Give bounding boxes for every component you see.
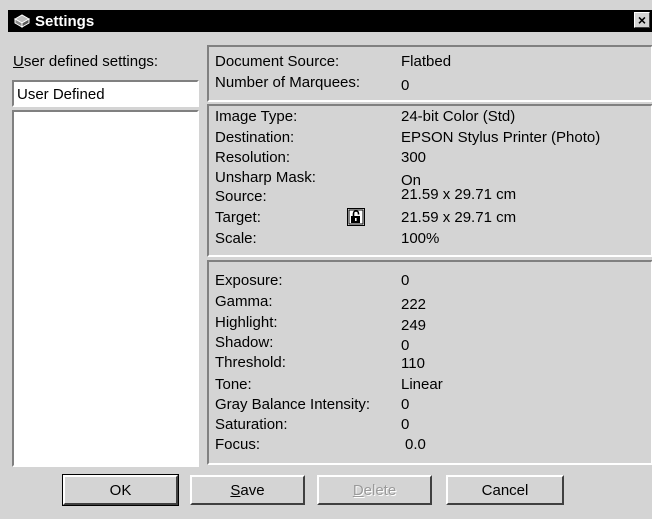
info-value: EPSON Stylus Printer (Photo) [401,129,601,146]
image-panel: Image Type: 24-bit Color (Std) Destinati… [207,104,652,257]
info-value: 222 [401,296,427,313]
user-settings-input[interactable]: User Defined [12,80,199,107]
user-settings-label: User defined settings: [13,53,159,70]
info-value: 0 [401,416,410,433]
cancel-button-label: Cancel [481,481,529,499]
save-button[interactable]: Save [190,475,305,505]
lock-open-icon[interactable] [347,208,365,226]
user-settings-list[interactable] [12,110,199,467]
info-label: Exposure: [215,272,283,289]
delete-button-label: Delete [352,481,397,499]
source-panel: Document Source: Flatbed Number of Marqu… [207,45,652,102]
info-value: 249 [401,317,427,334]
info-label: Resolution: [215,149,291,166]
close-icon: × [637,12,647,28]
info-value: 100% [401,230,440,247]
scanner-icon [12,11,32,31]
info-label: Source: [215,188,267,205]
info-value: 0 [401,337,410,354]
info-label: Scale: [215,230,257,247]
dialog-body: User defined settings: User Defined Docu… [8,32,652,519]
save-button-label: Save [230,481,265,499]
title-bar[interactable]: Settings × [8,10,652,32]
info-label: Document Source: [215,53,340,70]
info-label: Threshold: [215,354,286,371]
ok-button[interactable]: OK [62,474,179,506]
info-value: Linear [401,376,443,393]
info-value: 0 [401,77,410,94]
settings-window: Settings × User defined settings: User D… [0,0,652,519]
info-label: Destination: [215,129,295,146]
info-value: 0 [401,396,410,413]
info-label: Gamma: [215,293,273,310]
info-value: Flatbed [401,53,452,70]
info-label: Shadow: [215,334,274,351]
delete-button[interactable]: Delete [317,475,432,505]
info-label: Image Type: [215,108,298,125]
info-value: 110 [401,355,425,372]
info-value: 300 [401,149,427,166]
window-title: Settings [35,12,95,30]
info-value: 0.0 [405,436,426,453]
adjustments-panel: Exposure: 0 Gamma: 222 Highlight: 249 Sh… [207,260,652,465]
info-label: Saturation: [215,416,288,433]
cancel-button[interactable]: Cancel [446,475,564,505]
info-value: 21.59 x 29.71 cm [401,186,517,203]
ok-button-label: OK [109,481,132,499]
info-value: 21.59 x 29.71 cm [401,209,517,226]
info-label: Target: [215,209,261,226]
info-label: Unsharp Mask: [215,169,316,186]
info-label: Number of Marquees: [215,74,361,91]
close-button[interactable]: × [634,12,650,28]
info-label: Tone: [215,376,252,393]
info-label: Gray Balance Intensity: [215,396,371,413]
info-value: 0 [401,272,410,289]
info-value: 24-bit Color (Std) [401,108,516,125]
info-label: Focus: [215,436,261,453]
info-label: Highlight: [215,314,278,331]
